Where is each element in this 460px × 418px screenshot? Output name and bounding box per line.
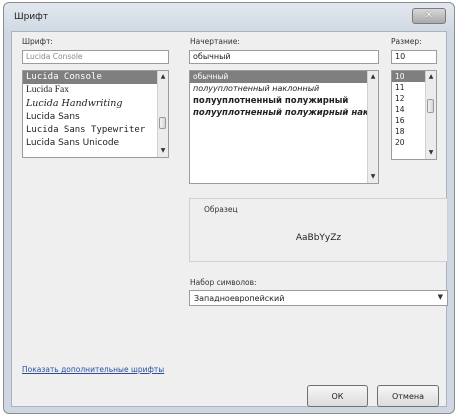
font-list-scrollbar[interactable]: ▲ ▼ [157,71,168,157]
style-label: Начертание: [190,37,240,46]
size-label: Размер: [391,37,422,46]
window-title: Шрифт [14,12,49,22]
style-input[interactable]: обычный [189,50,379,64]
style-list[interactable]: обычный полууплотненный наклонный полууп… [189,70,379,184]
style-item-semicondensed-italic[interactable]: полууплотненный наклонный [190,83,378,95]
sample-box: Образец AaBbYyZz [189,198,448,262]
dialog-body: Шрифт: Lucida Console Lucida Console Luc… [11,31,448,407]
scroll-down-icon[interactable]: ▼ [368,172,378,182]
size-input[interactable]: 10 [391,50,437,64]
style-item-semicondensed-bold-italic[interactable]: полууплотненный полужирный наклонный [190,107,378,119]
font-input[interactable]: Lucida Console [22,50,169,64]
size-list[interactable]: 10 11 12 14 16 18 20 ▲ ▼ [391,70,437,160]
style-list-scrollbar[interactable]: ▲ ▼ [367,71,378,183]
font-item-lucida-handwriting[interactable]: Lucida Handwriting [23,97,168,111]
close-icon: ✕ [424,10,434,21]
scroll-up-icon[interactable]: ▲ [158,72,168,82]
scroll-thumb[interactable] [159,117,166,129]
close-button[interactable]: ✕ [412,8,446,24]
scroll-down-icon[interactable]: ▼ [426,148,436,158]
font-item-lucida-sans[interactable]: Lucida Sans [23,111,168,124]
sample-label: Образец [204,205,238,214]
font-item-lucida-console[interactable]: Lucida Console [23,71,168,84]
scroll-up-icon[interactable]: ▲ [368,72,378,82]
font-list[interactable]: Lucida Console Lucida Fax Lucida Handwri… [22,70,169,158]
font-dialog: Шрифт ✕ Шрифт: Lucida Console Lucida Con… [3,2,455,414]
ok-button[interactable]: ОК [307,385,368,407]
scroll-down-icon[interactable]: ▼ [158,146,168,156]
font-label: Шрифт: [22,37,53,46]
charset-value: Западноевропейский [194,294,285,303]
chevron-down-icon[interactable]: ▼ [438,293,443,301]
size-list-scrollbar[interactable]: ▲ ▼ [425,71,436,159]
cancel-button[interactable]: Отмена [377,385,439,407]
title-bar[interactable]: Шрифт ✕ [4,3,454,31]
charset-label: Набор символов: [190,278,257,287]
scroll-up-icon[interactable]: ▲ [426,72,436,82]
font-item-lucida-sans-unicode[interactable]: Lucida Sans Unicode [23,137,168,150]
show-more-fonts-link[interactable]: Показать дополнительные шрифты [22,365,164,374]
font-item-lucida-sans-typewriter[interactable]: Lucida Sans Typewriter [23,124,168,137]
style-item-semicondensed-bold[interactable]: полууплотненный полужирный [190,95,378,107]
font-item-lucida-fax[interactable]: Lucida Fax [23,84,168,97]
charset-select[interactable]: Западноевропейский ▼ [189,290,448,306]
style-item-regular[interactable]: обычный [190,71,378,83]
sample-text: AaBbYyZz [295,233,342,243]
scroll-thumb[interactable] [427,99,434,113]
